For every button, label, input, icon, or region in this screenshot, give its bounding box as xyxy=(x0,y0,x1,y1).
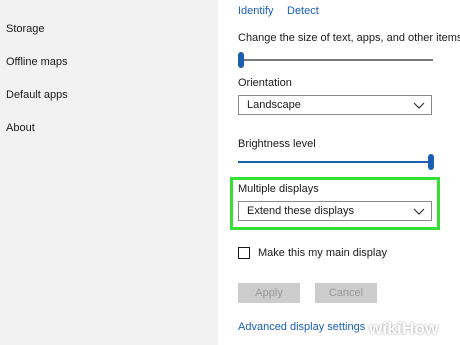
scale-slider-track[interactable] xyxy=(238,59,433,61)
sidebar-item-about[interactable]: About xyxy=(6,122,35,134)
orientation-dropdown[interactable]: Landscape xyxy=(238,95,432,115)
watermark-part-wiki: wiki xyxy=(369,319,402,338)
multiple-displays-dropdown[interactable]: Extend these displays xyxy=(238,201,432,221)
settings-sidebar: Storage Offline maps Default apps About xyxy=(0,0,218,345)
multiple-displays-label: Multiple displays xyxy=(238,183,319,195)
brightness-slider-thumb[interactable] xyxy=(428,154,434,170)
apply-button[interactable]: Apply xyxy=(238,283,300,303)
chevron-down-icon xyxy=(413,102,425,109)
brightness-slider-track[interactable] xyxy=(238,161,431,163)
identify-link[interactable]: Identify xyxy=(238,5,273,17)
scale-label: Change the size of text, apps, and other… xyxy=(238,32,460,44)
multiple-displays-value: Extend these displays xyxy=(247,205,355,217)
scale-slider-thumb[interactable] xyxy=(238,52,244,68)
main-display-checkbox[interactable] xyxy=(238,247,250,259)
chevron-down-icon xyxy=(413,208,425,215)
wikihow-watermark: wikiHow xyxy=(369,319,438,339)
orientation-label: Orientation xyxy=(238,77,292,89)
sidebar-item-storage[interactable]: Storage xyxy=(6,23,45,35)
main-display-label: Make this my main display xyxy=(258,247,387,259)
cancel-button[interactable]: Cancel xyxy=(315,283,377,303)
brightness-label: Brightness level xyxy=(238,138,316,150)
detect-link[interactable]: Detect xyxy=(287,5,319,17)
sidebar-item-offline-maps[interactable]: Offline maps xyxy=(6,56,68,68)
advanced-display-settings-link[interactable]: Advanced display settings xyxy=(238,321,365,333)
sidebar-item-default-apps[interactable]: Default apps xyxy=(6,89,68,101)
watermark-part-how: How xyxy=(401,319,439,338)
orientation-value: Landscape xyxy=(247,99,301,111)
